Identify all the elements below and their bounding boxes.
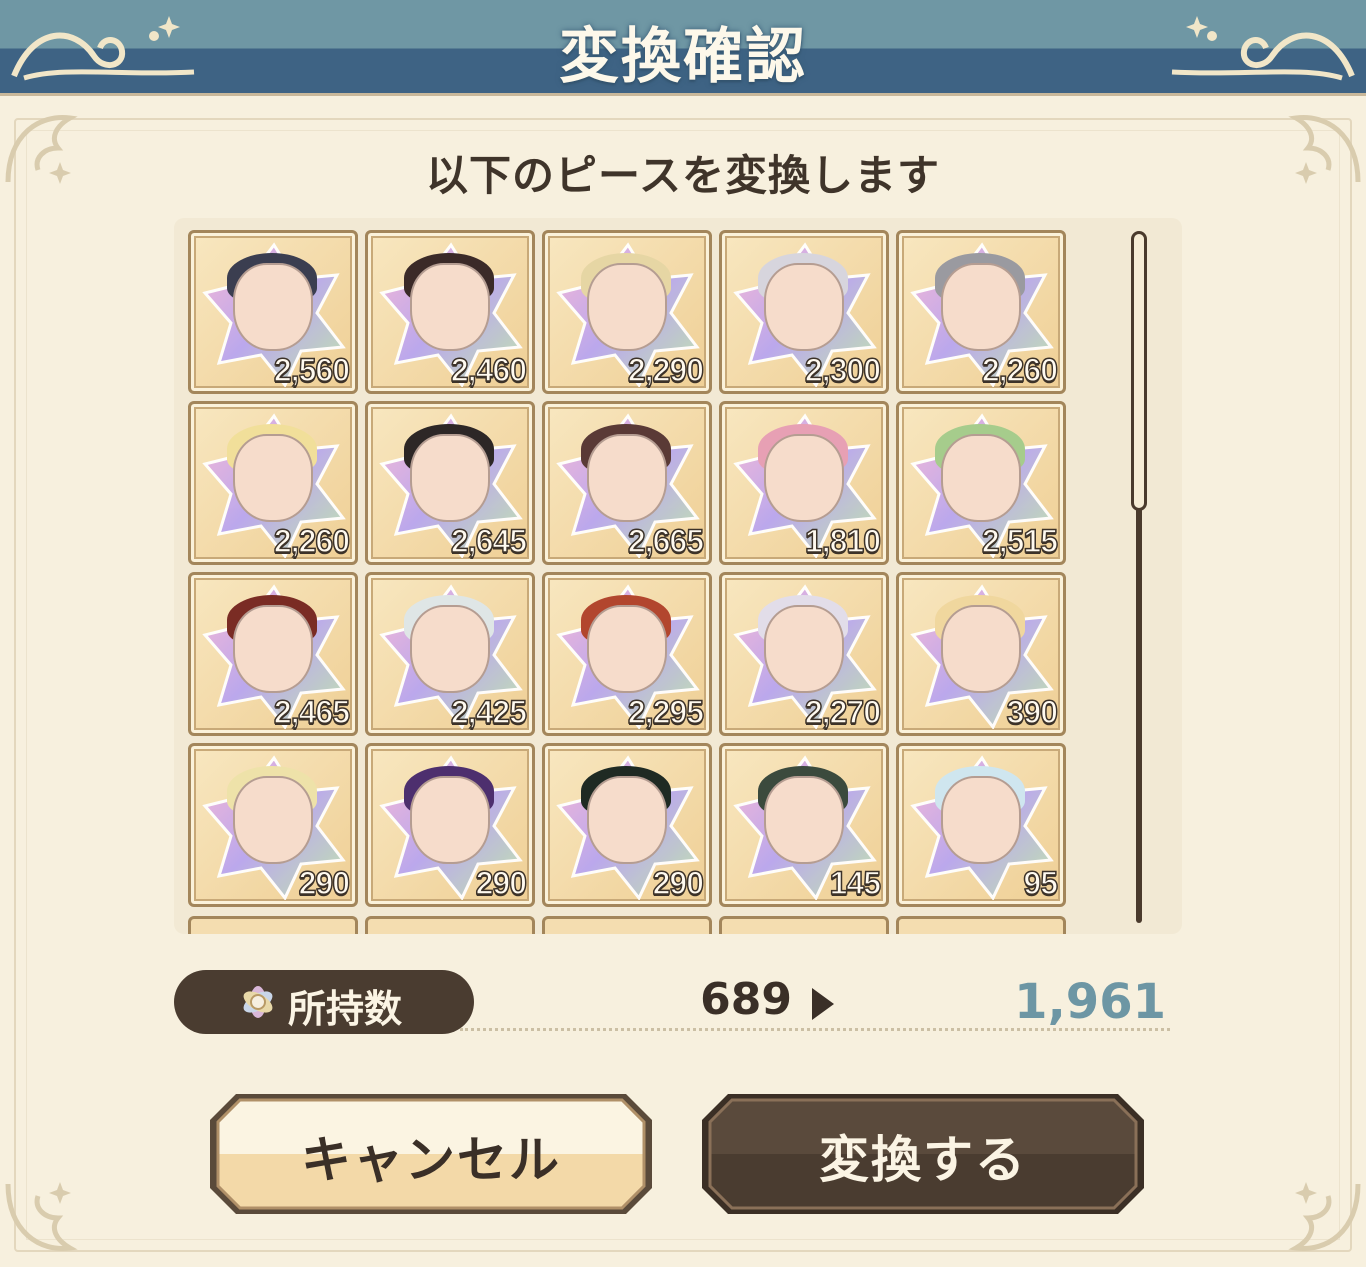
piece-tile[interactable]: 2,290: [542, 230, 712, 394]
piece-count: 2,425: [450, 693, 528, 731]
piece-tile-partial[interactable]: [365, 916, 535, 934]
character-portrait: [587, 605, 667, 693]
piece-tile-partial[interactable]: [896, 916, 1066, 934]
piece-tile[interactable]: 2,645: [365, 401, 535, 565]
character-portrait: [764, 605, 844, 693]
piece-count: 2,460: [450, 351, 528, 389]
character-portrait: [410, 776, 490, 864]
piece-count: 2,290: [627, 351, 705, 389]
piece-count: 1,810: [804, 522, 882, 560]
character-portrait: [233, 776, 313, 864]
character-portrait: [764, 263, 844, 351]
character-portrait: [764, 776, 844, 864]
character-portrait: [764, 434, 844, 522]
character-portrait: [233, 434, 313, 522]
piece-row-partial: [188, 916, 1066, 934]
piece-tile[interactable]: 2,665: [542, 401, 712, 565]
piece-tile[interactable]: 145: [719, 743, 889, 907]
convert-button[interactable]: 変換する: [698, 1090, 1148, 1218]
piece-count: 2,295: [627, 693, 705, 731]
piece-tile[interactable]: 290: [542, 743, 712, 907]
piece-flower-icon: [243, 986, 273, 1018]
convert-button-label: 変換する: [819, 1131, 1027, 1189]
piece-count: 2,270: [804, 693, 882, 731]
piece-count: 2,665: [627, 522, 705, 560]
arrow-right-icon: [812, 988, 834, 1020]
piece-count: 95: [1023, 864, 1059, 902]
character-portrait: [941, 776, 1021, 864]
piece-tile-partial[interactable]: [188, 916, 358, 934]
scrollbar-thumb[interactable]: [1131, 231, 1147, 511]
cancel-button[interactable]: キャンセル: [206, 1090, 656, 1218]
piece-count: 290: [475, 864, 528, 902]
piece-tile[interactable]: 2,295: [542, 572, 712, 736]
divider: [460, 1028, 1170, 1031]
piece-tile[interactable]: 2,465: [188, 572, 358, 736]
piece-tile[interactable]: 2,425: [365, 572, 535, 736]
holdings-current: 689: [700, 974, 792, 1025]
piece-count: 2,260: [981, 351, 1059, 389]
piece-count: 2,560: [273, 351, 351, 389]
corner-ornament-icon: [5, 1182, 78, 1251]
piece-tile[interactable]: 95: [896, 743, 1066, 907]
piece-count: 390: [1006, 693, 1059, 731]
piece-tile[interactable]: 390: [896, 572, 1066, 736]
piece-count: 2,260: [273, 522, 351, 560]
holdings-label: 所持数: [288, 987, 403, 1031]
piece-count: 290: [652, 864, 705, 902]
piece-list[interactable]: 2,560 2,460 2,290 2,300 2,260 2,260 2,645 2,665…: [174, 218, 1182, 934]
piece-tile[interactable]: 2,560: [188, 230, 358, 394]
piece-tile-partial[interactable]: [719, 916, 889, 934]
character-portrait: [941, 605, 1021, 693]
character-portrait: [941, 263, 1021, 351]
dialog-title: 変換確認: [559, 22, 807, 92]
piece-count: 2,300: [804, 351, 882, 389]
character-portrait: [410, 434, 490, 522]
piece-tile-partial[interactable]: [542, 916, 712, 934]
character-portrait: [587, 263, 667, 351]
character-portrait: [233, 605, 313, 693]
piece-tile[interactable]: 2,460: [365, 230, 535, 394]
character-portrait: [233, 263, 313, 351]
piece-count: 290: [298, 864, 351, 902]
piece-tile[interactable]: 2,270: [719, 572, 889, 736]
piece-tile[interactable]: 2,260: [188, 401, 358, 565]
piece-grid: 2,560 2,460 2,290 2,300 2,260 2,260 2,645 2,665…: [188, 230, 1066, 907]
character-portrait: [587, 776, 667, 864]
piece-count: 2,465: [273, 693, 351, 731]
piece-count: 2,645: [450, 522, 528, 560]
piece-tile[interactable]: 2,515: [896, 401, 1066, 565]
dialog-message: 以下のピースを変換します: [426, 151, 940, 200]
corner-ornament-icon: [1288, 1182, 1361, 1251]
piece-count: 2,515: [981, 522, 1059, 560]
piece-tile[interactable]: 2,260: [896, 230, 1066, 394]
piece-tile[interactable]: 2,300: [719, 230, 889, 394]
character-portrait: [410, 263, 490, 351]
cancel-button-label: キャンセル: [301, 1131, 561, 1189]
piece-tile[interactable]: 290: [365, 743, 535, 907]
holdings-after: 1,961: [1014, 974, 1166, 1030]
piece-count: 145: [829, 864, 882, 902]
dialog-header: 変換確認: [0, 0, 1366, 96]
piece-tile[interactable]: 1,810: [719, 401, 889, 565]
character-portrait: [587, 434, 667, 522]
character-portrait: [410, 605, 490, 693]
piece-tile[interactable]: 290: [188, 743, 358, 907]
character-portrait: [941, 434, 1021, 522]
